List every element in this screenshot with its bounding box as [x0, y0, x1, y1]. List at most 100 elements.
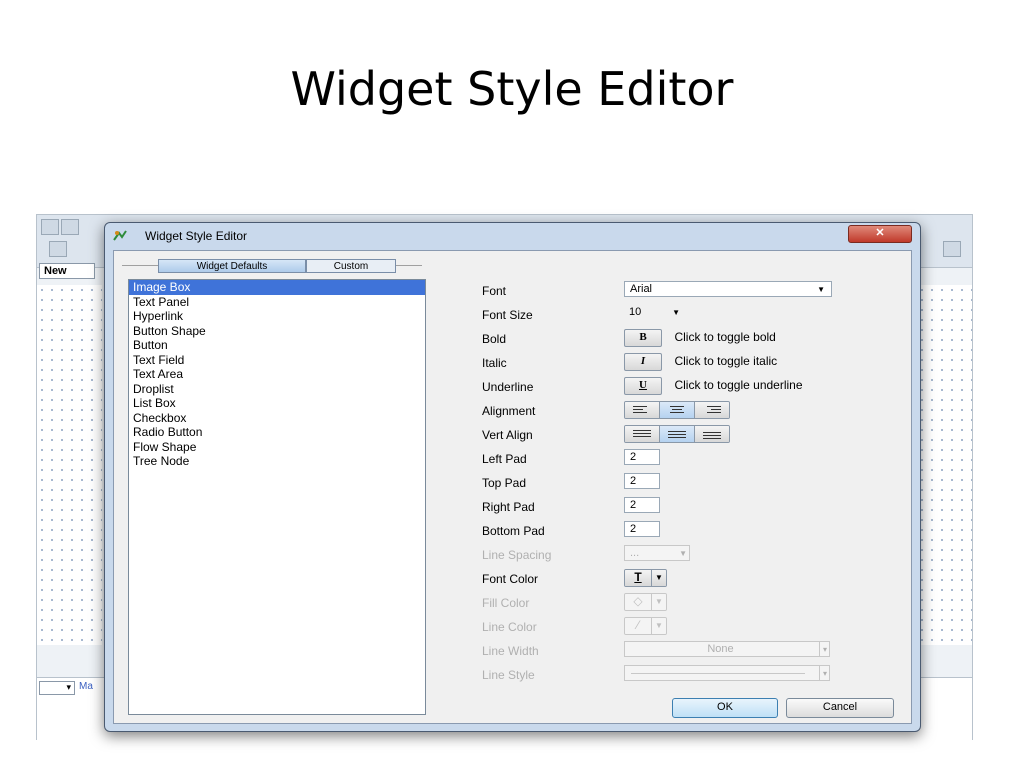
pencil-icon[interactable]: ⁄	[625, 618, 651, 634]
bottom-pad-input[interactable]: 2	[624, 521, 660, 537]
list-item[interactable]: Text Field	[129, 353, 425, 368]
list-item[interactable]: List Box	[129, 396, 425, 411]
line-style-row: Line Style ▾	[482, 665, 902, 687]
font-row: Font Arial ▼	[482, 281, 902, 303]
line-style-select[interactable]: ▾	[624, 665, 830, 681]
alignment-row: Alignment	[482, 401, 902, 423]
font-size-select[interactable]: 10 ▼	[624, 305, 688, 321]
toolbar-icon[interactable]	[943, 241, 961, 257]
valign-middle-icon[interactable]	[660, 426, 695, 442]
list-item[interactable]: Image Box	[129, 280, 425, 295]
align-left-icon[interactable]	[625, 402, 660, 418]
line-color-row: Line Color ⁄ ▼	[482, 617, 902, 639]
text-color-icon[interactable]: T	[625, 570, 651, 586]
chevron-down-icon: ▼	[817, 285, 825, 294]
vert-align-segmented	[624, 425, 730, 443]
left-pad-row: Left Pad 2	[482, 449, 902, 471]
cancel-button[interactable]: Cancel	[786, 698, 894, 718]
paint-bucket-icon[interactable]: ◇	[625, 594, 651, 610]
line-color-label: Line Color	[482, 620, 537, 634]
right-pad-label: Right Pad	[482, 500, 535, 514]
widget-type-list[interactable]: Image Box Text Panel Hyperlink Button Sh…	[128, 279, 426, 715]
dialog-title: Widget Style Editor	[145, 229, 248, 243]
list-item[interactable]: Flow Shape	[129, 440, 425, 455]
toolbar-icon[interactable]	[49, 241, 67, 257]
italic-label: Italic	[482, 356, 507, 370]
fill-color-row: Fill Color ◇ ▼	[482, 593, 902, 615]
tab-widget-defaults[interactable]: Widget Defaults	[158, 259, 306, 273]
italic-icon[interactable]: I	[624, 353, 662, 371]
ok-button[interactable]: OK	[672, 698, 778, 718]
font-select[interactable]: Arial ▼	[624, 281, 832, 297]
bold-label: Bold	[482, 332, 507, 346]
chevron-down-icon: ▾	[818, 642, 827, 657]
list-item[interactable]: Button	[129, 338, 425, 353]
tab-bar: Widget Defaults Custom	[158, 259, 396, 273]
list-item[interactable]: Checkbox	[129, 411, 425, 426]
line-spacing-select[interactable]: ... ▼	[624, 545, 690, 561]
chevron-down-icon: ▼	[679, 549, 687, 558]
slide-title: Widget Style Editor	[290, 62, 734, 116]
align-right-icon[interactable]	[695, 402, 729, 418]
underline-icon[interactable]: U	[624, 377, 662, 395]
app-combo[interactable]: ▾	[39, 681, 75, 695]
italic-row: Italic I Click to toggle italic	[482, 353, 902, 375]
chevron-down-icon[interactable]: ▼	[651, 618, 666, 634]
line-width-select[interactable]: None ▾	[624, 641, 830, 657]
toolbar-icon[interactable]	[61, 219, 79, 235]
line-style-label: Line Style	[482, 668, 535, 682]
line-color-picker[interactable]: ⁄ ▼	[624, 617, 667, 635]
list-item[interactable]: Text Panel	[129, 295, 425, 310]
left-pad-label: Left Pad	[482, 452, 527, 466]
font-color-label: Font Color	[482, 572, 539, 586]
align-center-icon[interactable]	[660, 402, 695, 418]
font-color-row: Font Color T ▼	[482, 569, 902, 591]
tab-custom[interactable]: Custom	[306, 259, 396, 273]
chevron-down-icon: ▾	[818, 666, 827, 681]
font-size-label: Font Size	[482, 308, 533, 322]
bold-control: B Click to toggle bold	[624, 329, 894, 347]
chevron-down-icon[interactable]: ▼	[651, 570, 666, 586]
line-width-row: Line Width None ▾	[482, 641, 902, 663]
underline-label: Underline	[482, 380, 534, 394]
dialog-titlebar[interactable]: Widget Style Editor ✕	[105, 223, 920, 249]
top-pad-input[interactable]: 2	[624, 473, 660, 489]
alignment-segmented	[624, 401, 730, 419]
app-document-tab[interactable]: New	[39, 263, 95, 279]
valign-bottom-icon[interactable]	[695, 426, 729, 442]
left-pad-input[interactable]: 2	[624, 449, 660, 465]
font-color-picker[interactable]: T ▼	[624, 569, 667, 587]
close-button[interactable]: ✕	[848, 225, 912, 243]
italic-hint: Click to toggle italic	[674, 354, 778, 368]
list-item[interactable]: Button Shape	[129, 324, 425, 339]
close-icon: ✕	[875, 227, 885, 239]
vert-align-label: Vert Align	[482, 428, 533, 442]
bottom-pad-label: Bottom Pad	[482, 524, 545, 538]
list-item[interactable]: Droplist	[129, 382, 425, 397]
list-item[interactable]: Hyperlink	[129, 309, 425, 324]
line-width-label: Line Width	[482, 644, 539, 658]
line-spacing-label: Line Spacing	[482, 548, 552, 562]
font-size-value: 10	[629, 306, 642, 318]
font-size-row: Font Size 10 ▼	[482, 305, 902, 327]
underline-hint: Click to toggle underline	[674, 378, 803, 392]
bold-icon[interactable]: B	[624, 329, 662, 347]
list-item[interactable]: Text Area	[129, 367, 425, 382]
bottom-pad-row: Bottom Pad 2	[482, 521, 902, 543]
vert-align-row: Vert Align	[482, 425, 902, 447]
underline-control: U Click to toggle underline	[624, 377, 894, 395]
fill-color-label: Fill Color	[482, 596, 530, 610]
valign-top-icon[interactable]	[625, 426, 660, 442]
chevron-down-icon[interactable]: ▼	[651, 594, 666, 610]
line-spacing-row: Line Spacing ... ▼	[482, 545, 902, 567]
alignment-label: Alignment	[482, 404, 536, 418]
toolbar-icon[interactable]	[41, 219, 59, 235]
list-item[interactable]: Radio Button	[129, 425, 425, 440]
line-spacing-value: ...	[630, 547, 640, 559]
app-link[interactable]: Ma	[79, 681, 93, 692]
fill-color-picker[interactable]: ◇ ▼	[624, 593, 667, 611]
widget-style-editor-dialog: Widget Style Editor ✕ Widget Defaults Cu…	[104, 222, 921, 732]
right-pad-input[interactable]: 2	[624, 497, 660, 513]
top-pad-label: Top Pad	[482, 476, 527, 490]
list-item[interactable]: Tree Node	[129, 454, 425, 469]
